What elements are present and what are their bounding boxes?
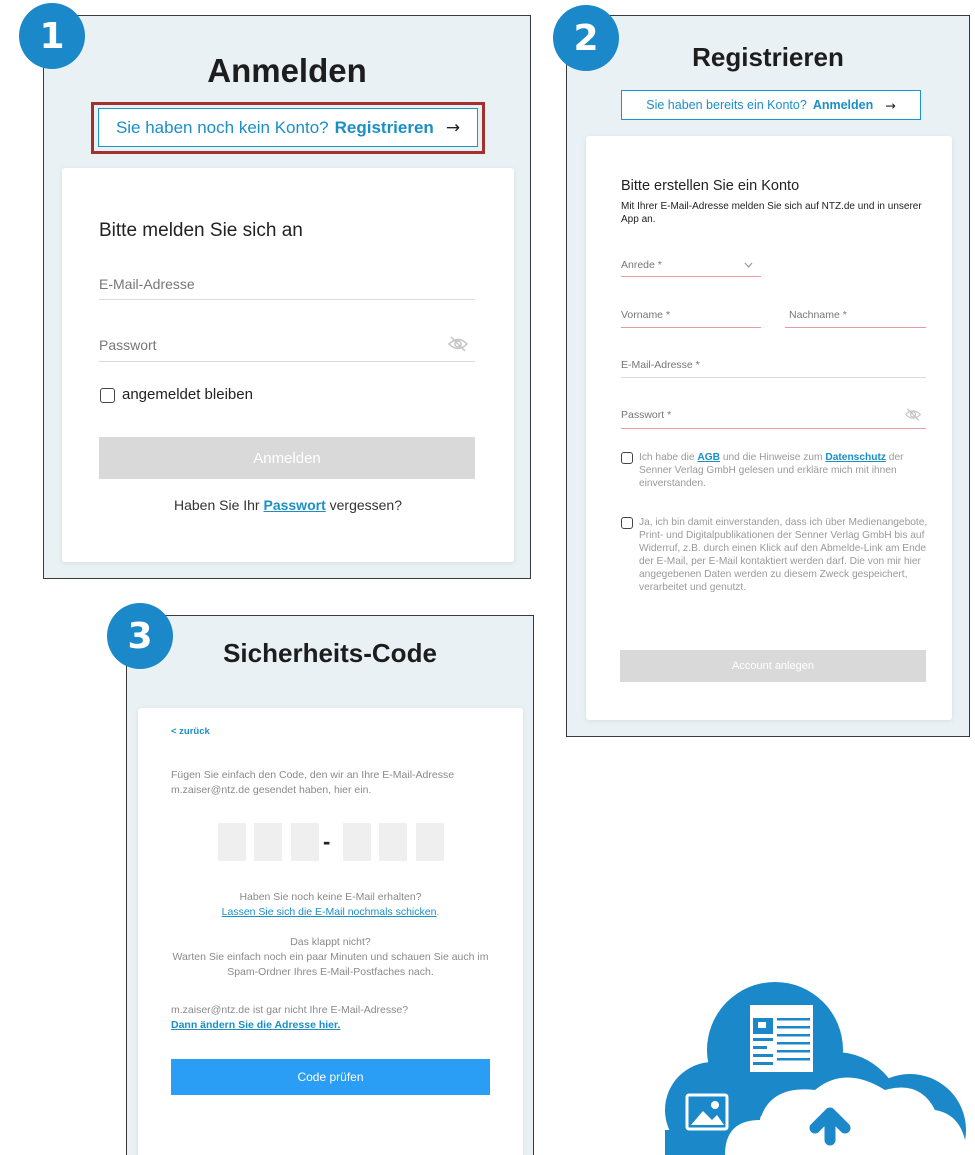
change-email-link[interactable]: Dann ändern Sie die Adresse hier. — [171, 1018, 501, 1033]
login-prompt: Sie haben bereits ein Konto? — [646, 98, 807, 112]
step-badge-2: 2 — [553, 5, 619, 71]
register-heading: Bitte erstellen Sie ein Konto — [621, 178, 800, 194]
consent-checkbox[interactable] — [621, 517, 633, 529]
eye-off-icon[interactable] — [904, 408, 922, 421]
register-panel: Registrieren Sie haben bereits ein Konto… — [566, 15, 970, 737]
register-password-field[interactable]: Passwort * — [621, 402, 926, 429]
salutation-placeholder: Anrede * — [621, 258, 662, 271]
code-instruction: Fügen Sie einfach den Code, den wir an I… — [171, 769, 455, 796]
back-link[interactable]: < zurück — [171, 726, 210, 737]
resend-email-link[interactable]: Lassen Sie sich die E-Mail nochmals schi… — [222, 906, 437, 918]
register-link[interactable]: Registrieren — [335, 118, 434, 138]
code-digit-input[interactable] — [291, 823, 319, 861]
wrong-email-question: m.zaiser@ntz.de ist gar nicht Ihre E-Mai… — [171, 1004, 409, 1016]
register-subheading: Mit Ihrer E-Mail-Adresse melden Sie sich… — [621, 201, 922, 225]
eye-off-icon[interactable] — [447, 336, 469, 352]
code-input-row: - — [138, 823, 523, 863]
login-link-button[interactable]: Sie haben bereits ein Konto? Anmelden → — [621, 90, 921, 120]
password-placeholder: Passwort — [99, 336, 157, 353]
security-code-title: Sicherheits-Code — [223, 638, 437, 668]
agb-link[interactable]: AGB — [697, 452, 720, 463]
remember-label: angemeldet bleiben — [122, 386, 253, 403]
security-code-card: < zurück Fügen Sie einfach den Code, den… — [138, 708, 523, 1155]
code-digit-input[interactable] — [416, 823, 444, 861]
register-prompt: Sie haben noch kein Konto? — [115, 117, 329, 137]
register-link-button[interactable]: Sie haben noch kein Konto? Registrieren … — [98, 108, 478, 147]
register-password-placeholder: Passwort * — [621, 409, 672, 421]
consent-text: Ja, ich bin damit einverstanden, dass ic… — [639, 517, 928, 593]
last-name-field[interactable]: Nachname * — [785, 302, 926, 328]
register-email-placeholder: E-Mail-Adresse * — [621, 358, 700, 371]
login-title: Anmelden — [207, 52, 367, 89]
register-card: Bitte erstellen Sie ein Konto Mit Ihrer … — [586, 136, 952, 720]
first-name-placeholder: Vorname * — [621, 308, 671, 321]
newspaper-icon — [750, 1005, 813, 1072]
remember-checkbox[interactable] — [100, 388, 115, 403]
code-digit-input[interactable] — [379, 823, 407, 861]
login-submit-button[interactable]: Anmelden — [99, 437, 475, 479]
terms-text: Ich habe die AGB und die Hinweise zum Da… — [639, 452, 904, 489]
arrow-right-icon: → — [885, 97, 896, 113]
register-email-field[interactable]: E-Mail-Adresse * — [621, 352, 926, 378]
create-account-button[interactable]: Account anlegen — [620, 650, 926, 682]
step-badge-1: 1 — [19, 3, 85, 69]
forgot-password-row: Haben Sie Ihr Passwort vergessen? — [173, 497, 403, 513]
not-working-block: Das klappt nicht? Warten Sie einfach noc… — [172, 936, 489, 978]
salutation-select[interactable]: Anrede * — [621, 253, 761, 277]
email-field[interactable]: E-Mail-Adresse — [99, 268, 475, 300]
cloud-upload-icon — [665, 982, 967, 1155]
login-heading: Bitte melden Sie sich an — [99, 220, 303, 241]
no-email-block: Haben Sie noch keine E-Mail erhalten? La… — [138, 890, 523, 920]
code-digit-input[interactable] — [254, 823, 282, 861]
security-code-panel: Sicherheits-Code < zurück Fügen Sie einf… — [126, 615, 534, 1155]
privacy-link[interactable]: Datenschutz — [825, 452, 886, 463]
terms-checkbox[interactable] — [621, 452, 633, 464]
first-name-field[interactable]: Vorname * — [621, 302, 761, 328]
code-digit-input[interactable] — [218, 823, 246, 861]
register-title: Registrieren — [692, 42, 844, 72]
forgot-password-link[interactable]: Passwort — [263, 497, 325, 513]
password-field[interactable]: Passwort — [99, 328, 475, 362]
email-placeholder: E-Mail-Adresse — [99, 275, 195, 292]
step-badge-3: 3 — [107, 603, 173, 669]
arrow-right-icon: → — [445, 117, 461, 138]
code-separator: - — [323, 829, 331, 854]
no-email-question: Haben Sie noch keine E-Mail erhalten? — [239, 891, 422, 903]
last-name-placeholder: Nachname * — [789, 308, 847, 321]
wrong-email-block: m.zaiser@ntz.de ist gar nicht Ihre E-Mai… — [171, 1003, 501, 1033]
check-code-button[interactable]: Code prüfen — [171, 1059, 490, 1095]
code-digit-input[interactable] — [343, 823, 371, 861]
login-panel: Anmelden Sie haben noch kein Konto? Regi… — [43, 15, 531, 579]
login-link[interactable]: Anmelden — [813, 98, 873, 112]
chevron-down-icon — [744, 262, 753, 268]
login-card: Bitte melden Sie sich an E-Mail-Adresse … — [62, 168, 514, 562]
